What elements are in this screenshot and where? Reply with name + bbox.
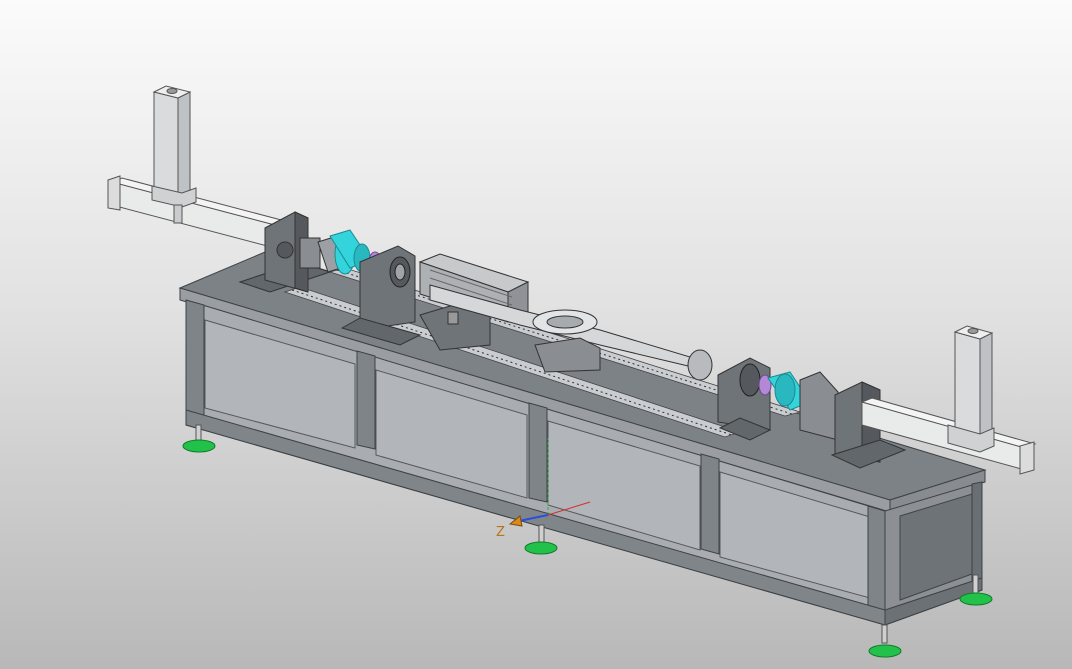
cad-viewport[interactable]: Z [0, 0, 1072, 669]
triad-z-label: Z [496, 525, 505, 540]
foot-front-right[interactable] [868, 624, 902, 658]
right-column[interactable] [947, 325, 995, 453]
test-bench-assembly[interactable]: Z [0, 0, 1072, 669]
left-crossbeam[interactable] [107, 175, 287, 249]
right-clamp-bracket[interactable] [717, 357, 772, 441]
